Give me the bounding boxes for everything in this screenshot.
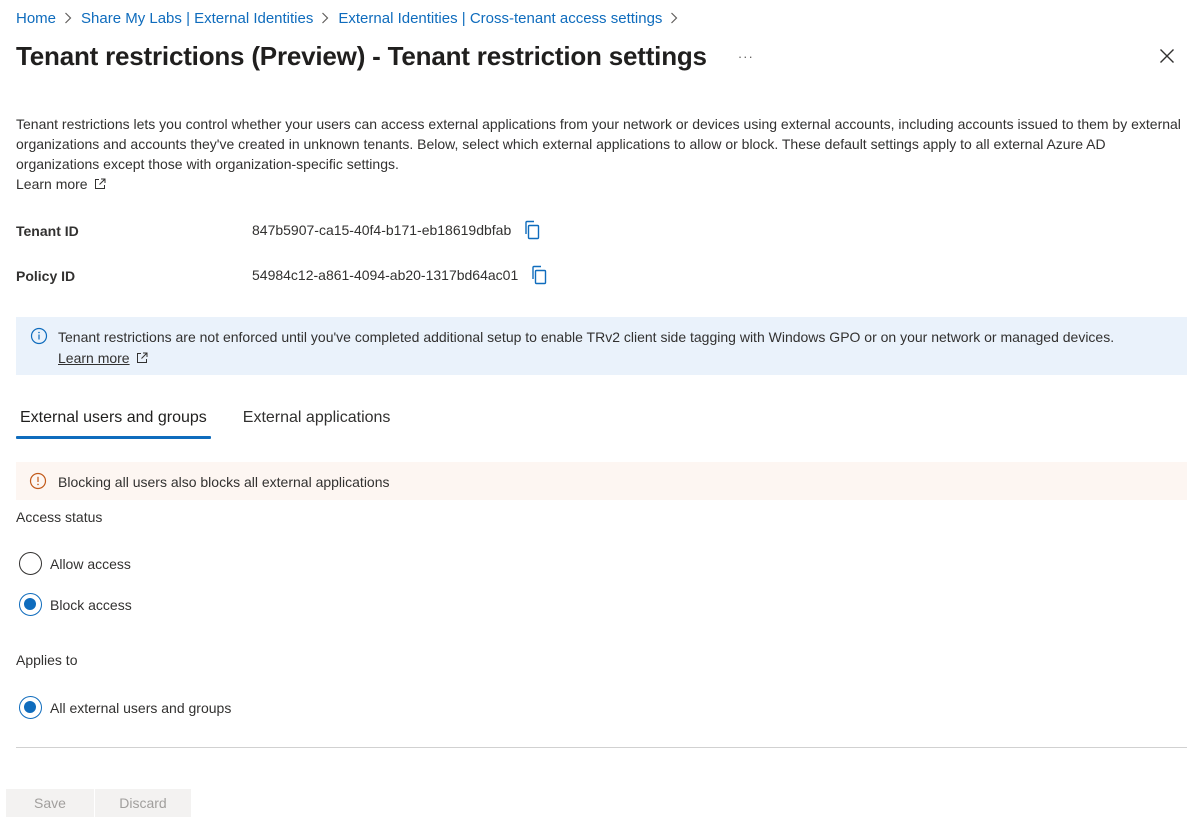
policy-id-label: Policy ID (16, 268, 76, 284)
radio-circle[interactable] (19, 696, 42, 719)
copy-icon[interactable] (523, 220, 541, 240)
breadcrumb-home[interactable]: Home (16, 10, 56, 27)
more-icon[interactable]: ··· (735, 45, 757, 67)
warning-icon (29, 472, 47, 495)
page-description: Tenant restrictions lets you control whe… (16, 116, 1181, 172)
all-external-users-label: All external users and groups (50, 699, 232, 716)
policy-id-text: 54984c12-a861-4094-ab20-1317bd64ac01 (252, 267, 519, 283)
tab-external-applications[interactable]: External applications (239, 403, 395, 439)
all-external-users-radio[interactable]: All external users and groups (19, 696, 231, 719)
tenant-id-value: 847b5907-ca15-40f4-b171-eb18619dbfab (252, 220, 541, 240)
warning-banner: Blocking all users also blocks all exter… (16, 462, 1187, 500)
tab-bar: External users and groups External appli… (16, 403, 394, 439)
tab-external-users-and-groups[interactable]: External users and groups (16, 403, 211, 439)
allow-access-label: Allow access (50, 555, 131, 572)
info-banner-link-label: Learn more (58, 350, 130, 366)
page-header: Tenant restrictions (Preview) - Tenant r… (16, 38, 1184, 74)
page-title: Tenant restrictions (Preview) - Tenant r… (16, 40, 707, 71)
applies-to-label: Applies to (16, 652, 78, 668)
warning-banner-text: Blocking all users also blocks all exter… (58, 474, 390, 490)
external-link-icon (136, 352, 148, 364)
access-status-label: Access status (16, 509, 103, 525)
breadcrumb-external-identities[interactable]: Share My Labs | External Identities (81, 10, 313, 27)
block-access-radio[interactable]: Block access (19, 593, 132, 616)
info-banner: Tenant restrictions are not enforced unt… (16, 317, 1187, 375)
radio-circle[interactable] (19, 552, 42, 575)
close-icon[interactable] (1156, 45, 1178, 67)
discard-button[interactable]: Discard (95, 789, 191, 817)
copy-icon[interactable] (530, 265, 548, 285)
learn-more-label: Learn more (16, 176, 88, 192)
policy-id-value: 54984c12-a861-4094-ab20-1317bd64ac01 (252, 265, 548, 285)
info-banner-text: Tenant restrictions are not enforced unt… (58, 329, 1115, 345)
radio-circle[interactable] (19, 593, 42, 616)
footer-actions: Save Discard (6, 789, 191, 817)
chevron-right-icon (64, 12, 72, 24)
info-icon (30, 327, 48, 350)
save-button[interactable]: Save (6, 789, 94, 817)
block-access-label: Block access (50, 596, 132, 613)
chevron-right-icon (321, 12, 329, 24)
breadcrumb-cross-tenant-settings[interactable]: External Identities | Cross-tenant acces… (338, 10, 662, 27)
tenant-id-text: 847b5907-ca15-40f4-b171-eb18619dbfab (252, 222, 512, 238)
tenant-id-label: Tenant ID (16, 223, 79, 239)
allow-access-radio[interactable]: Allow access (19, 552, 131, 575)
divider (16, 747, 1187, 748)
chevron-right-icon (670, 12, 678, 24)
info-banner-learn-more-link[interactable]: Learn more (58, 348, 148, 368)
external-link-icon (94, 178, 106, 190)
learn-more-link[interactable]: Learn more (16, 174, 106, 194)
breadcrumb: Home Share My Labs | External Identities… (16, 8, 687, 28)
